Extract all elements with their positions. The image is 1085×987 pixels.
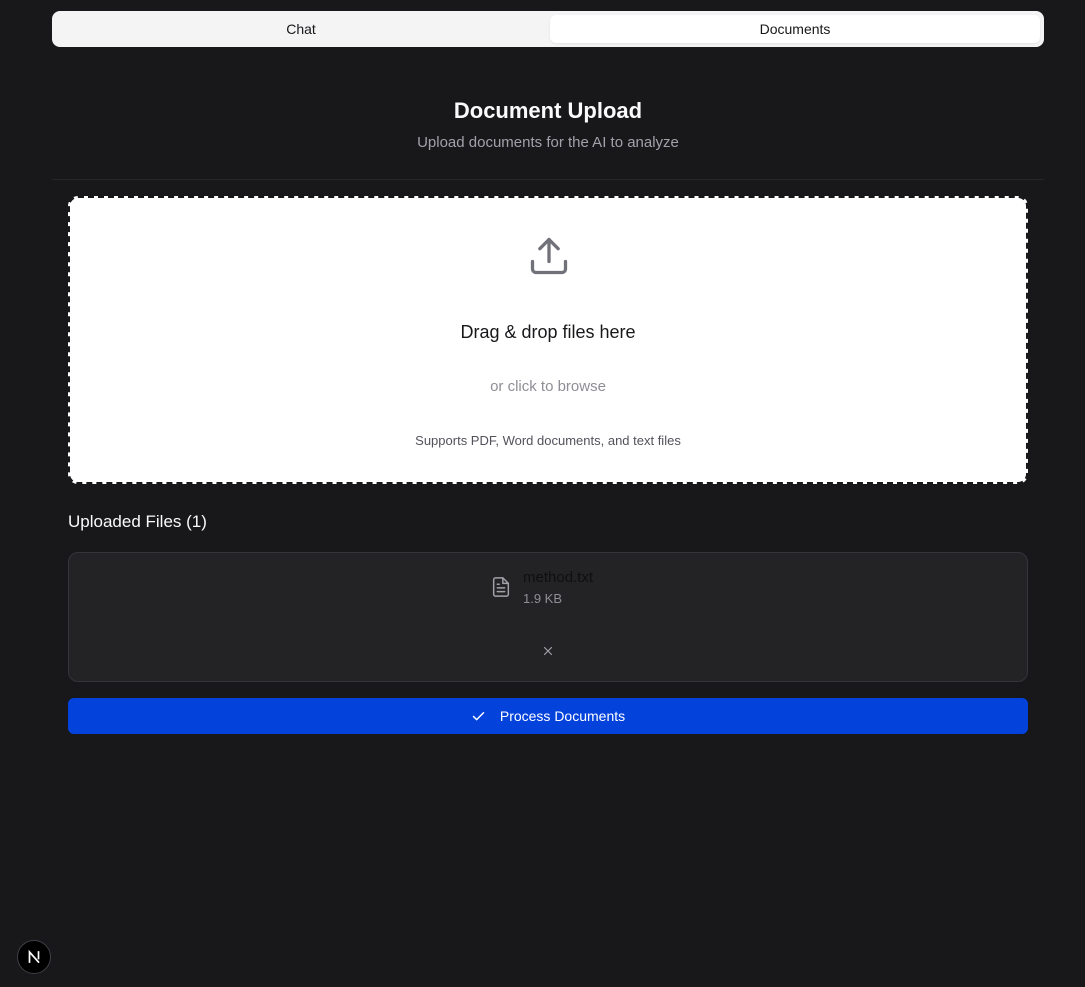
tab-bar: Chat Documents [52,11,1044,47]
dropzone-browse-text: or click to browse [490,378,606,395]
page-subtitle: Upload documents for the AI to analyze [417,134,679,151]
uploaded-files-heading: Uploaded Files (1) [68,510,207,534]
file-item: method.txt 1.9 KB [68,552,1028,682]
nextjs-dev-badge[interactable] [17,940,51,974]
file-text-icon [492,577,510,597]
header-divider [52,179,1044,180]
file-dropzone[interactable]: Drag & drop files here or click to brows… [68,196,1028,484]
upload-icon [530,237,568,275]
close-icon [543,646,553,656]
document-upload-page: Chat Documents Document Upload Upload do… [0,0,1085,987]
process-documents-button[interactable]: Process Documents [68,698,1028,734]
uploaded-files-label: Uploaded Files [68,512,182,531]
check-icon [472,711,485,720]
uploaded-files-count: (1) [186,512,207,531]
page-header: Document Upload Upload documents for the… [52,96,1044,153]
process-documents-label: Process Documents [499,708,626,724]
tab-chat[interactable]: Chat [56,15,546,43]
dropzone-main-text: Drag & drop files here [460,322,636,342]
remove-file-button[interactable] [538,641,558,661]
tab-documents[interactable]: Documents [550,15,1040,43]
dropzone-supported-formats: Supports PDF, Word documents, and text f… [415,433,681,448]
file-name: method.txt [523,569,594,586]
page-title: Document Upload [453,98,643,123]
nextjs-logo-icon [28,949,40,964]
file-size: 1.9 KB [523,591,563,606]
